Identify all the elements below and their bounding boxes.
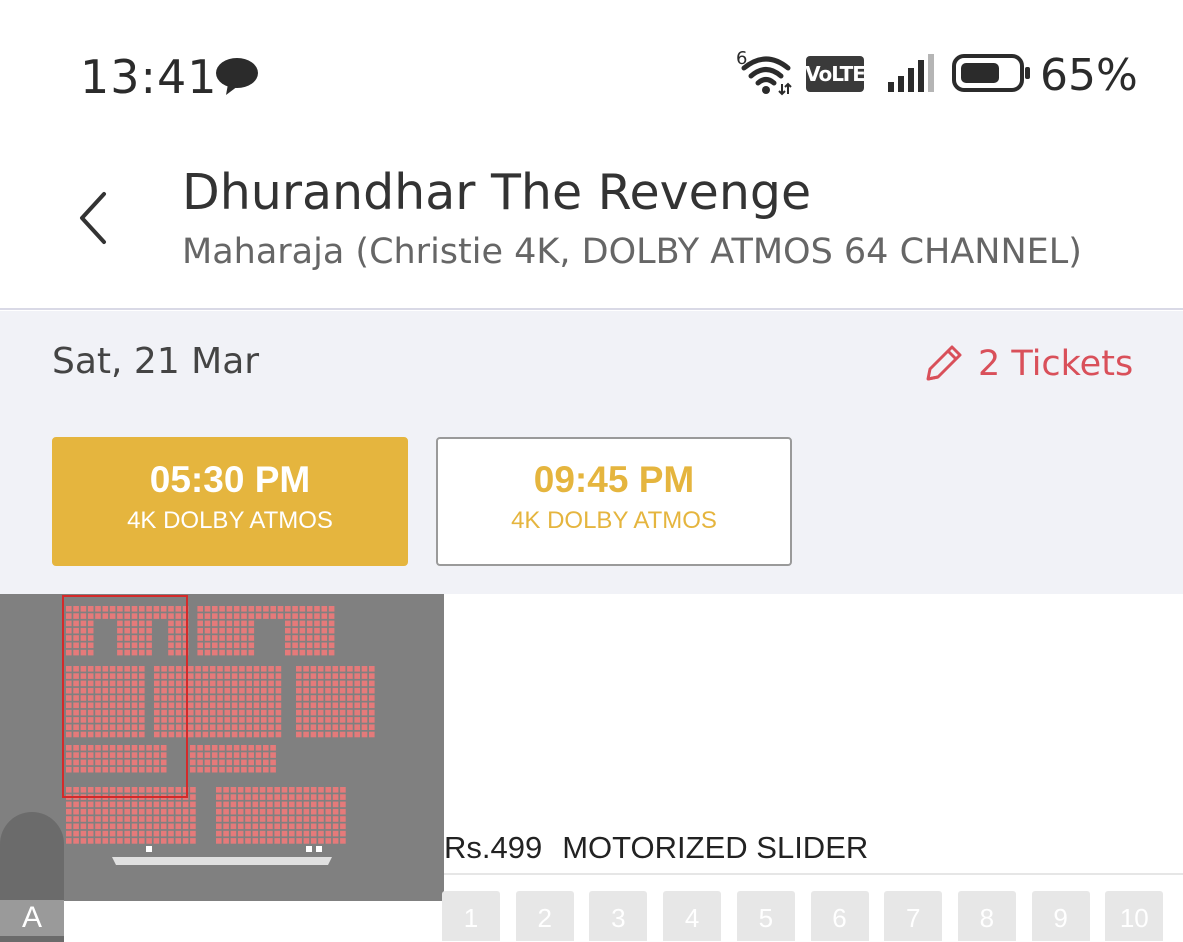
- show-date: Sat, 21 Mar: [52, 341, 260, 382]
- showtime-time: 09:45 PM: [533, 459, 695, 500]
- minimap-seat-block: [154, 666, 189, 738]
- tickets-count-label: 2 Tickets: [978, 344, 1134, 384]
- wifi-icon: 6: [736, 48, 792, 96]
- signal-icon: [888, 54, 934, 92]
- venue-name: Maharaja (Christie 4K, DOLBY ATMOS 64 CH…: [182, 232, 1082, 272]
- minimap-seat-block: [296, 666, 375, 738]
- movie-title: Dhurandhar The Revenge: [182, 164, 812, 221]
- seat-10[interactable]: 10: [1105, 891, 1164, 941]
- seat-6[interactable]: 6: [810, 891, 869, 941]
- showtime-format: 4K DOLBY ATMOS: [511, 507, 717, 534]
- seat-2[interactable]: 2: [515, 891, 574, 941]
- minimap-screen: [112, 857, 332, 865]
- minimap-seat-block: [66, 787, 196, 844]
- back-arrow-icon[interactable]: [74, 188, 114, 248]
- seat-4[interactable]: 4: [663, 891, 722, 941]
- minimap-seat-block: [216, 787, 346, 844]
- seat-3[interactable]: 3: [589, 891, 648, 941]
- seat-price: Rs.499: [444, 830, 543, 865]
- seat-category-label: Rs.499 MOTORIZED SLIDER: [444, 830, 868, 866]
- showtime-button-2[interactable]: 09:45 PM 4K DOLBY ATMOS: [436, 437, 792, 566]
- message-bubble-icon: [216, 58, 258, 95]
- showtime-section: Sat, 21 Mar 2 Tickets 05:30 PM 4K DOLBY …: [0, 311, 1183, 594]
- edit-tickets-button[interactable]: 2 Tickets: [920, 339, 1133, 389]
- seat-7[interactable]: 7: [884, 891, 943, 941]
- battery-icon: [952, 54, 1030, 92]
- row-label: A: [0, 900, 64, 936]
- showtime-format: 4K DOLBY ATMOS: [127, 507, 333, 534]
- showtime-button-1[interactable]: 05:30 PM 4K DOLBY ATMOS: [52, 437, 408, 566]
- minimap-seat-block: [66, 606, 335, 656]
- category-divider: [444, 873, 1183, 875]
- minimap-seat-grid: [62, 595, 375, 865]
- seat-minimap[interactable]: [0, 594, 444, 901]
- seat-category: MOTORIZED SLIDER: [562, 830, 869, 865]
- minimap-seat-block: [66, 745, 167, 773]
- seat-5[interactable]: 5: [736, 891, 795, 941]
- battery-percentage: 65%: [1040, 50, 1138, 101]
- minimap-selected-seat: [146, 846, 152, 852]
- pencil-icon: [926, 345, 962, 381]
- seat-1[interactable]: 1: [442, 891, 500, 941]
- minimap-seat-block: [190, 745, 276, 773]
- volte-icon: VoLTE: [805, 56, 866, 92]
- status-bar: 13:41 6 VoLTE 65%: [0, 0, 1183, 140]
- minimap-selected-seat: [316, 846, 322, 852]
- minimap-seat-block: [188, 666, 282, 738]
- minimap-selected-seat: [306, 846, 312, 852]
- minimap-seat-block: [66, 666, 145, 738]
- showtime-time: 05:30 PM: [149, 459, 311, 500]
- seat-layout-area: A Rs.499 MOTORIZED SLIDER 1 2 3 4 5 6 7 8 9 10: [0, 594, 1183, 942]
- seat-8[interactable]: 8: [957, 891, 1016, 941]
- status-time: 13:41: [80, 50, 218, 104]
- app-header: Dhurandhar The Revenge Maharaja (Christi…: [0, 140, 1183, 310]
- seat-9[interactable]: 9: [1031, 891, 1090, 941]
